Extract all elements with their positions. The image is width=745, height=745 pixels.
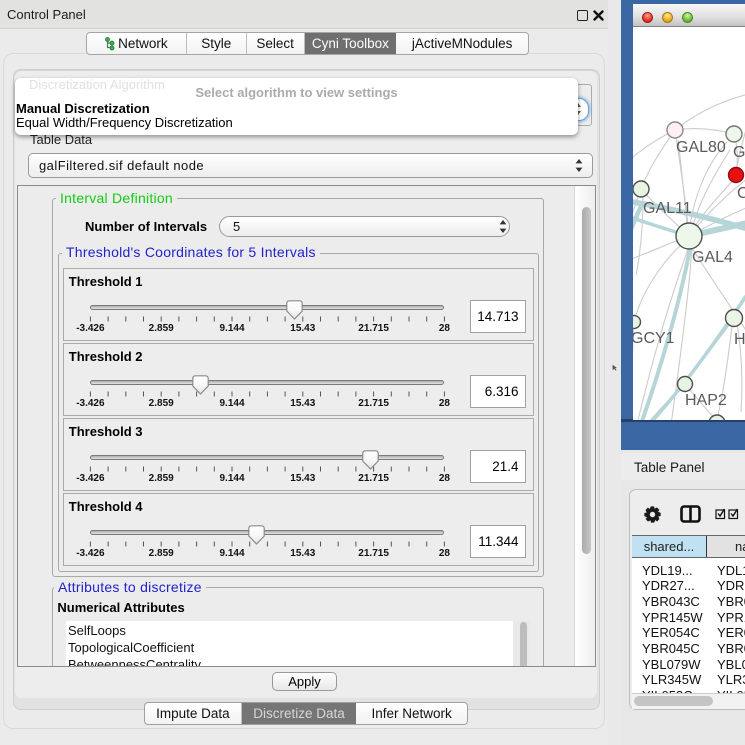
svg-text:GAL80: GAL80 xyxy=(676,139,726,156)
svg-text:GAL4: GAL4 xyxy=(692,249,733,266)
svg-text:GAL11: GAL11 xyxy=(643,200,692,217)
svg-text:H: H xyxy=(734,331,745,348)
svg-text:GCY1: GCY1 xyxy=(633,330,675,347)
svg-text:C: C xyxy=(737,185,745,202)
svg-text:G.: G. xyxy=(733,144,745,161)
svg-text:HAP2: HAP2 xyxy=(685,392,727,409)
